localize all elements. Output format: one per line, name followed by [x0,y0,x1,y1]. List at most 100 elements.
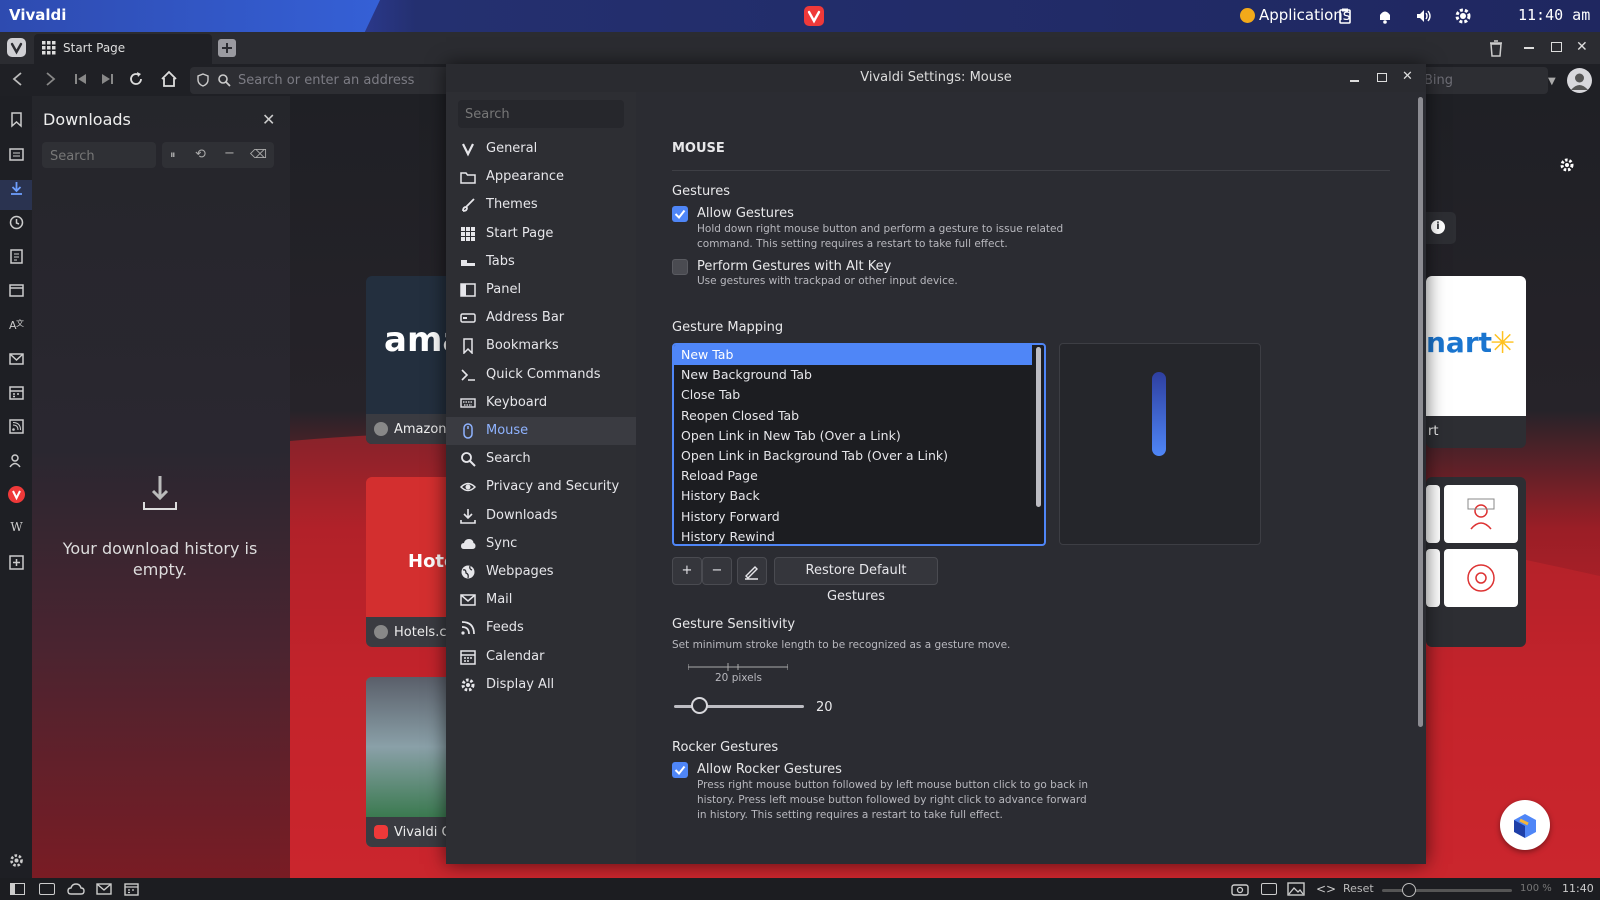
clear-icon[interactable]: ⌫ [250,147,267,161]
settings-nav-panel[interactable]: Panel [446,276,636,304]
notes-icon[interactable] [8,248,25,265]
settings-nav-appearance[interactable]: Appearance [446,163,636,191]
new-tab-button[interactable] [218,39,236,57]
calendar-panel-icon[interactable] [8,384,25,401]
settings-nav-feeds[interactable]: Feeds [446,614,636,642]
speed-dial-tile-walmart[interactable]: nart ✳ rt [1426,276,1526,448]
notification-bell-icon[interactable] [1376,7,1394,25]
reading-list-icon[interactable] [8,146,25,163]
allow-gestures-label[interactable]: Allow Gestures [697,206,794,221]
tab-tiling-icon[interactable] [39,883,55,895]
back-icon[interactable] [10,71,26,87]
page-tiling-icon[interactable] [1261,883,1277,895]
add-web-panel-icon[interactable] [8,554,25,571]
zoom-slider-handle[interactable] [1402,883,1416,897]
minimize-window-button[interactable] [1524,47,1534,49]
mail-status-icon[interactable] [96,883,112,895]
settings-nav-start-page[interactable]: Start Page [446,220,636,248]
settings-nav-themes[interactable]: Themes [446,191,636,219]
gesture-mapping-item[interactable]: New Tab [674,345,1032,365]
settings-nav-mouse[interactable]: Mouse [446,417,636,445]
gesture-mapping-item[interactable]: Open Link in Background Tab (Over a Link… [674,446,1032,466]
settings-maximize-button[interactable] [1377,73,1387,82]
start-page-settings-gear-icon[interactable] [1559,157,1575,173]
applications-icon[interactable] [1240,8,1255,23]
settings-nav-general[interactable]: General [446,135,636,163]
system-settings-icon[interactable] [1454,7,1472,25]
zoom-reset-button[interactable]: Reset [1343,882,1374,895]
gesture-mapping-item[interactable]: History Rewind [674,527,1032,544]
settings-nav-calendar[interactable]: Calendar [446,643,636,671]
images-icon[interactable] [1287,882,1305,896]
settings-gear-icon[interactable] [8,852,25,869]
settings-nav-tabs[interactable]: Tabs [446,248,636,276]
gesture-mapping-list[interactable]: New Tab New Background Tab Close Tab Reopen… [672,343,1046,546]
speed-dial-tile-amazon[interactable]: ama Amazon [366,276,456,444]
vivaldi-social-icon[interactable] [8,486,25,503]
remove-gesture-button[interactable]: − [702,557,732,585]
speed-dial-tile-hotels[interactable]: Hotel Hotels.co [366,477,456,647]
speed-dial-folder[interactable] [1426,477,1526,647]
sync-cloud-icon[interactable] [67,882,85,896]
toggle-panel-icon[interactable] [10,883,25,895]
restore-default-gestures-button[interactable]: Restore Default Gestures [774,557,938,604]
gesture-mapping-item[interactable]: New Background Tab [674,365,1032,385]
settings-nav-keyboard[interactable]: Keyboard [446,389,636,417]
settings-scrollbar[interactable] [1418,97,1423,727]
restore-window-button[interactable] [1551,42,1562,52]
rewind-icon[interactable] [74,72,88,86]
capture-icon[interactable] [1231,882,1249,896]
gesture-mapping-item[interactable]: History Back [674,486,1032,506]
floating-assistant-button[interactable] [1500,800,1550,850]
gesture-mapping-item[interactable]: Close Tab [674,385,1032,405]
close-window-icon[interactable]: ✕ [1576,39,1588,55]
shield-icon[interactable] [197,73,209,87]
translate-icon[interactable]: A文 [8,316,25,333]
chevron-down-icon[interactable]: ▼ [1548,76,1556,87]
settings-nav-downloads[interactable]: Downloads [446,502,636,530]
code-icon[interactable]: <> [1316,882,1336,896]
pause-icon[interactable]: ⏸ [170,148,176,162]
remove-icon[interactable]: − [224,146,235,161]
reload-icon[interactable] [127,70,145,88]
trash-icon[interactable] [1488,39,1504,57]
settings-nav-display-all[interactable]: Display All [446,671,636,699]
allow-rocker-gestures-checkbox[interactable] [672,762,688,778]
system-clock[interactable]: 11:40 am [1518,6,1590,24]
settings-nav-quick-commands[interactable]: Quick Commands [446,361,636,389]
downloads-panel-icon[interactable] [8,180,25,197]
add-gesture-button[interactable]: + [672,557,702,585]
edit-gesture-button[interactable] [737,557,767,585]
close-panel-icon[interactable]: ✕ [262,110,275,129]
settings-nav-address-bar[interactable]: Address Bar [446,304,636,332]
window-panel-icon[interactable] [8,282,25,299]
gesture-mapping-item[interactable]: Reopen Closed Tab [674,406,1032,426]
gesture-mapping-item[interactable]: Open Link in New Tab (Over a Link) [674,426,1032,446]
allow-rocker-gestures-label[interactable]: Allow Rocker Gestures [697,762,842,777]
alt-key-gestures-checkbox[interactable] [672,259,688,275]
settings-minimize-button[interactable] [1350,80,1359,82]
contacts-icon[interactable] [8,452,25,469]
feeds-panel-icon[interactable] [8,418,25,435]
vivaldi-logo-icon[interactable] [804,6,824,26]
gesture-mapping-item[interactable]: Reload Page [674,466,1032,486]
volume-icon[interactable] [1415,7,1433,25]
settings-nav-search[interactable]: Search [446,445,636,473]
gesture-list-scrollbar[interactable] [1036,347,1041,507]
alt-key-gestures-label[interactable]: Perform Gestures with Alt Key [697,259,891,274]
speed-dial-tile-vivaldi-game[interactable]: Vivaldi G [366,677,456,847]
sensitivity-slider-handle[interactable] [691,697,708,714]
gesture-mapping-item[interactable]: History Forward [674,507,1032,527]
resume-icon[interactable]: ⟲ [195,147,206,162]
settings-nav-privacy-and-security[interactable]: Privacy and Security [446,473,636,501]
active-app-title[interactable]: Vivaldi [9,6,66,24]
settings-close-icon[interactable]: ✕ [1402,69,1413,84]
vivaldi-menu-button[interactable] [7,38,26,57]
fast-forward-icon[interactable] [100,72,114,86]
allow-gestures-checkbox[interactable] [672,206,688,222]
wikipedia-icon[interactable]: W [8,520,25,537]
profile-avatar[interactable] [1567,68,1592,93]
settings-nav-sync[interactable]: Sync [446,530,636,558]
bookmarks-panel-icon[interactable] [8,111,25,128]
settings-nav-bookmarks[interactable]: Bookmarks [446,332,636,360]
